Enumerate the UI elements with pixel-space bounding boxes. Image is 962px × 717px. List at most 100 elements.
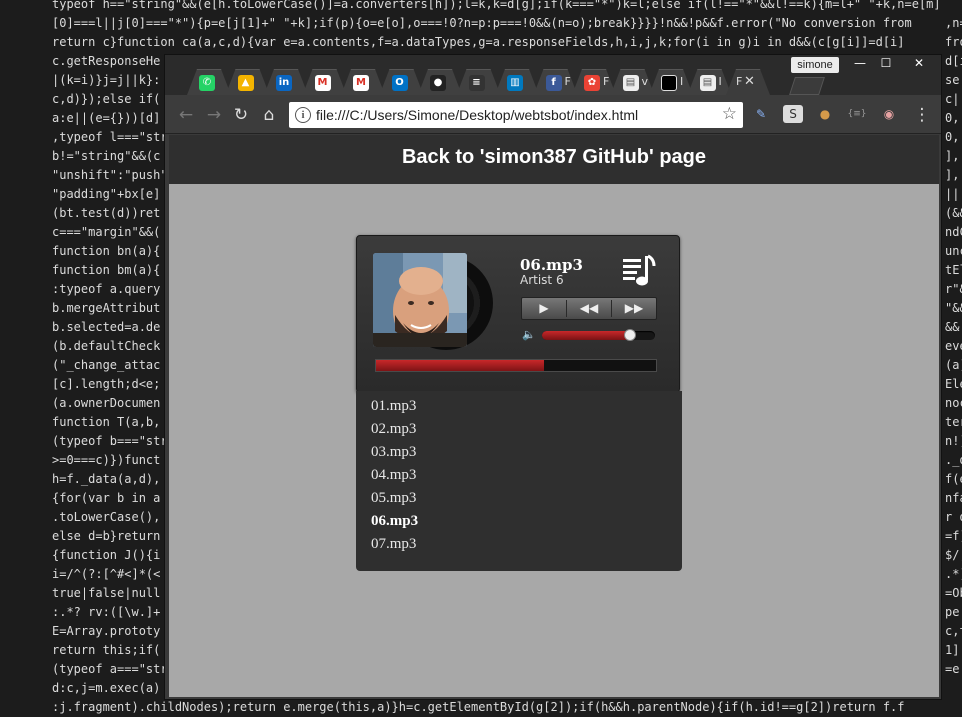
- code-line: (b.defaultCheck: [52, 339, 161, 353]
- menu-button[interactable]: ⋮: [911, 104, 933, 126]
- volume-slider[interactable]: [542, 329, 655, 341]
- close-tab-icon[interactable]: ✕: [744, 74, 755, 89]
- playlist-item[interactable]: 03.mp3: [371, 444, 416, 461]
- fast-forward-button[interactable]: ▶▶: [612, 298, 656, 319]
- page-title-link[interactable]: Back to 'simon387 GitHub' page: [169, 146, 939, 169]
- volume-icon[interactable]: 🔈: [522, 328, 536, 341]
- tab-title: v: [641, 75, 649, 88]
- browser-tab[interactable]: in: [264, 69, 308, 95]
- browser-tab[interactable]: M: [303, 69, 347, 95]
- address-bar[interactable]: i file:///C:/Users/Simone/Desktop/webtsb…: [289, 102, 743, 128]
- code-line: :typeof a.query: [52, 282, 161, 296]
- browser-tab[interactable]: I: [649, 69, 693, 95]
- maximize-button[interactable]: ☐: [873, 55, 899, 72]
- playlist-item[interactable]: 01.mp3: [371, 398, 416, 415]
- home-button[interactable]: ⌂: [258, 104, 280, 126]
- play-button[interactable]: ▶: [522, 298, 566, 319]
- code-line-fragment: from: [945, 35, 962, 49]
- browser-tab[interactable]: O: [380, 69, 424, 95]
- code-line-fragment: c|: [945, 92, 960, 106]
- volume-fill: [542, 331, 631, 340]
- rewind-button[interactable]: ◀◀: [567, 298, 611, 319]
- minimize-button[interactable]: —: [847, 55, 873, 72]
- new-tab-button[interactable]: [789, 77, 825, 95]
- back-button[interactable]: ←: [175, 104, 197, 126]
- info-icon[interactable]: i: [295, 107, 311, 123]
- playlist-item[interactable]: 05.mp3: [371, 490, 416, 507]
- browser-tab[interactable]: fF: [534, 69, 578, 95]
- url-text[interactable]: file:///C:/Users/Simone/Desktop/webtsbot…: [316, 107, 638, 123]
- code-line: c,d)});else if(: [52, 92, 161, 106]
- code-line: return this;if(: [52, 643, 161, 657]
- browser-tab[interactable]: ≡: [457, 69, 501, 95]
- forward-button[interactable]: →: [203, 104, 225, 126]
- code-line-fragment: ._d: [945, 453, 962, 467]
- document-icon: ▤: [623, 75, 639, 91]
- playback-controls: ▶ ◀◀ ▶▶: [521, 297, 657, 320]
- cookie-icon[interactable]: ●: [815, 104, 835, 124]
- code-line: return c}function ca(a,c,d){var e=a.cont…: [52, 35, 905, 49]
- gmail-icon: M: [315, 75, 331, 91]
- browser-tab[interactable]: ▥: [495, 69, 539, 95]
- code-line: function T(a,b,: [52, 415, 161, 429]
- tab-title: F: [736, 75, 743, 88]
- close-window-button[interactable]: ✕: [897, 55, 941, 72]
- code-line: true|false|null: [52, 586, 161, 600]
- tab-title: F: [564, 75, 571, 88]
- json-icon[interactable]: {≡}: [847, 104, 867, 124]
- s-extension-icon[interactable]: S: [783, 105, 803, 123]
- reload-button[interactable]: ↻: [230, 104, 252, 126]
- code-line: ,typeof l==="str: [52, 130, 168, 144]
- browser-tab[interactable]: ▤ I: [688, 69, 732, 95]
- brain-icon[interactable]: ◉: [879, 104, 899, 124]
- code-line: function bm(a){: [52, 263, 161, 277]
- code-line-fragment: 0,: [945, 111, 960, 125]
- tab-title: I: [718, 75, 722, 88]
- code-line: "padding"+bx[e]: [52, 187, 161, 201]
- linkedin-icon: in: [276, 75, 292, 91]
- pen-icon[interactable]: ✎: [751, 104, 771, 124]
- browser-tab[interactable]: ▲: [226, 69, 270, 95]
- volume-knob[interactable]: [624, 329, 637, 341]
- code-line-fragment: =f): [945, 529, 962, 543]
- code-line-fragment: noc: [945, 396, 962, 410]
- page-content: Back to 'simon387 GitHub' page 06.mp3 Ar…: [169, 135, 939, 697]
- code-line-fragment: r"&: [945, 282, 962, 296]
- code-line: "unshift":"push": [52, 168, 168, 182]
- code-line: b!="string"&&(c: [52, 149, 161, 163]
- playlist-item[interactable]: 07.mp3: [371, 536, 416, 553]
- code-line-fragment: tEl: [945, 263, 962, 277]
- code-line-fragment: pe: [945, 605, 960, 619]
- code-line: (typeof a==="str: [52, 662, 168, 676]
- facebook-icon: f: [546, 75, 562, 91]
- tab-title: I: [680, 75, 684, 88]
- code-line: h=f._data(a,d),: [52, 472, 161, 486]
- browser-tab[interactable]: ▤ v: [611, 69, 655, 95]
- music-player: 06.mp3 Artist 6 ▶ ◀◀ ▶▶ 🔈: [356, 235, 680, 393]
- code-line: function bn(a){: [52, 244, 161, 258]
- browser-tab[interactable]: M: [341, 69, 385, 95]
- browser-tab[interactable]: ●: [418, 69, 462, 95]
- code-line-fragment: .*): [945, 567, 962, 581]
- track-title: 06.mp3: [520, 256, 583, 274]
- playlist-item[interactable]: 02.mp3: [371, 421, 416, 438]
- profile-button[interactable]: simone: [791, 57, 839, 73]
- tab-strip: ✆ ▲ in M M O ● ≡ ▥ f F ✿ F ▤ v I ▤ I F ✕ simone — ☐ ✕: [165, 55, 941, 95]
- playlist-item[interactable]: 04.mp3: [371, 467, 416, 484]
- code-line: d:c,j=m.exec(a): [52, 681, 161, 695]
- code-line-fragment: ],: [945, 168, 960, 182]
- browser-tab[interactable]: F ✕: [726, 69, 770, 95]
- code-line: >=0===c)})funct: [52, 453, 161, 467]
- page-header: Back to 'simon387 GitHub' page: [169, 135, 939, 184]
- playlist-item[interactable]: 06.mp3: [371, 513, 418, 530]
- whatsapp-icon: ✆: [199, 75, 215, 91]
- code-line: else d=b}return: [52, 529, 161, 543]
- code-line-fragment: 0,: [945, 130, 960, 144]
- browser-tab[interactable]: ✆: [187, 69, 231, 95]
- bookmark-star-icon[interactable]: ☆: [722, 104, 737, 124]
- track-progress-bar[interactable]: [375, 359, 657, 372]
- black-square-icon: [661, 75, 677, 91]
- playlist-icon[interactable]: [621, 254, 657, 288]
- browser-tab[interactable]: ✿ F: [572, 69, 616, 95]
- code-line-fragment: eve: [945, 339, 962, 353]
